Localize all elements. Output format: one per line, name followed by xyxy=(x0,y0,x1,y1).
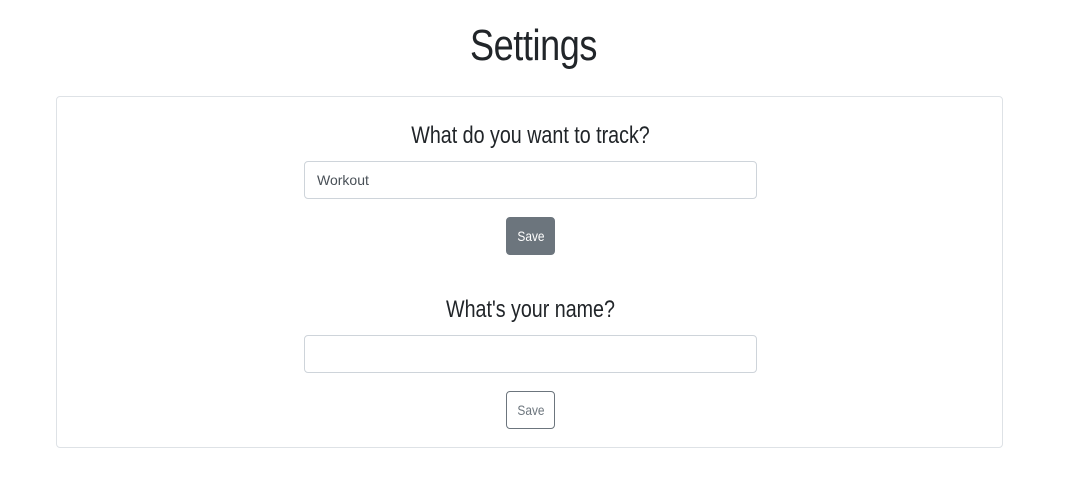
name-heading: What's your name? xyxy=(446,296,615,323)
track-save-button[interactable]: Save xyxy=(506,217,555,255)
name-save-label: Save xyxy=(516,402,545,418)
track-heading: What do you want to track? xyxy=(411,122,650,149)
track-input[interactable] xyxy=(304,161,757,199)
name-save-button[interactable]: Save xyxy=(506,391,555,429)
name-input[interactable] xyxy=(304,335,757,373)
settings-page: Settings What do you want to track? Save… xyxy=(0,0,1067,487)
settings-card: What do you want to track? Save What's y… xyxy=(56,96,1003,448)
page-title: Settings xyxy=(469,21,598,70)
track-save-label: Save xyxy=(516,228,545,244)
